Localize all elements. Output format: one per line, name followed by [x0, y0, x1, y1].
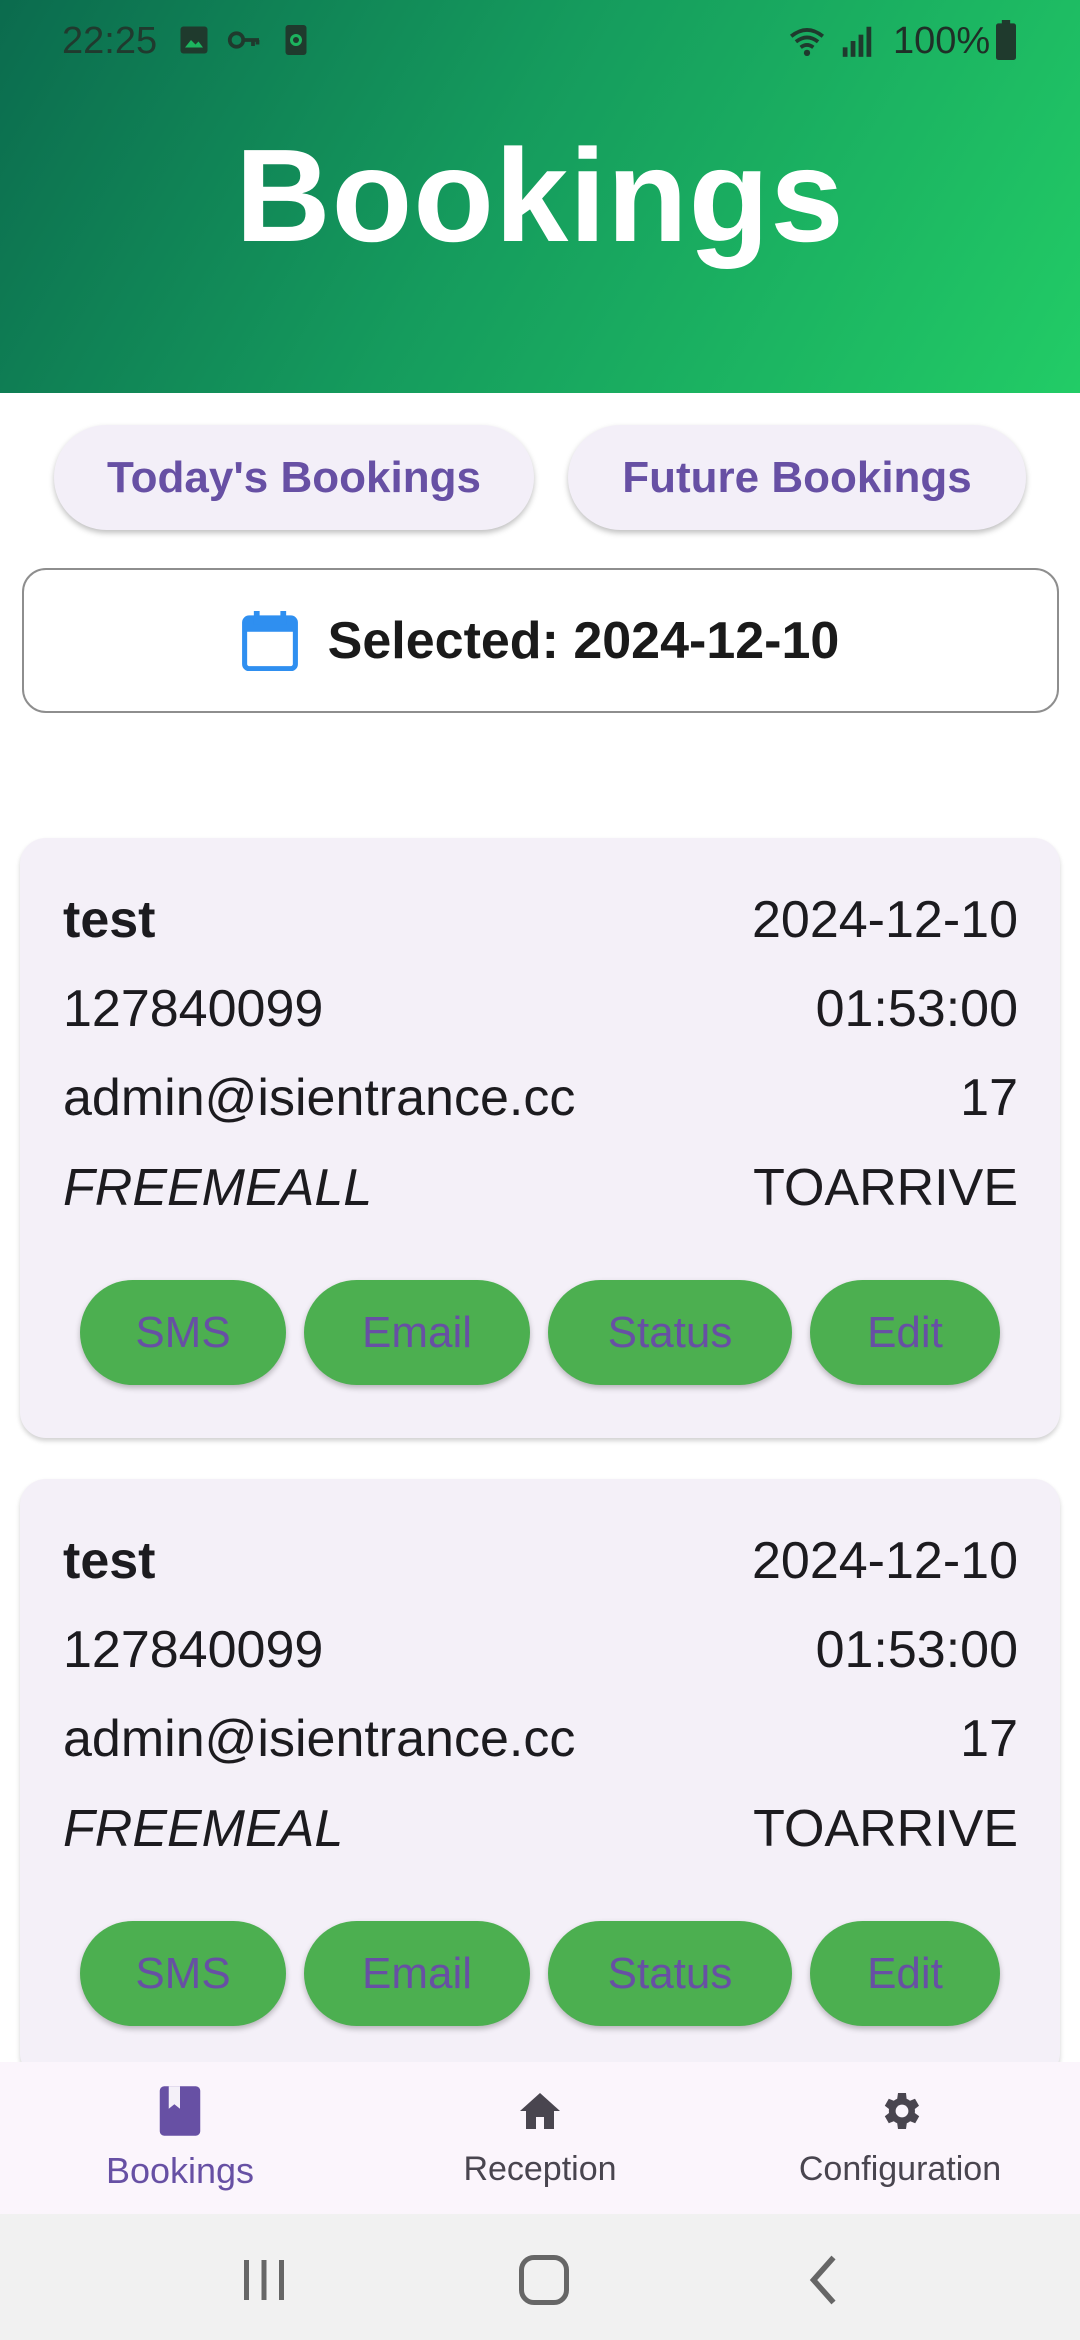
home-icon — [520, 2093, 560, 2129]
booking-row: admin@isientrance.cc 17 — [63, 1068, 1018, 1138]
book-icon — [159, 2086, 201, 2136]
bottom-navigation: Bookings Reception Configuration — [0, 2062, 1080, 2214]
status-bar: 22:25 100% — [0, 0, 1080, 86]
booking-phone: 127840099 — [63, 1621, 324, 1679]
booking-name: test — [63, 891, 156, 949]
key-icon — [227, 31, 260, 49]
booking-code: FREEMEAL — [63, 1800, 344, 1858]
wifi-icon — [789, 28, 825, 57]
selected-date-label: Selected: 2024-12-10 — [327, 611, 840, 670]
booking-status: TOARRIVE — [753, 1800, 1018, 1858]
booking-card: test 2024-12-10 127840099 01:53:00 admin… — [20, 838, 1060, 1438]
email-button[interactable]: Email — [304, 1280, 530, 1385]
status-time: 22:25 — [62, 20, 158, 62]
booking-count: 17 — [960, 1710, 1018, 1768]
calendar-icon — [241, 610, 298, 671]
sms-button[interactable]: SMS — [80, 1280, 286, 1385]
nav-item-bookings[interactable]: Bookings — [0, 2062, 360, 2214]
nav-item-configuration[interactable]: Configuration — [720, 2062, 1080, 2214]
edit-button[interactable]: Edit — [810, 1280, 1000, 1385]
signal-icon — [842, 26, 872, 57]
booking-row: 127840099 01:53:00 — [63, 979, 1018, 1049]
screen-record-icon — [285, 25, 307, 55]
future-bookings-button[interactable]: Future Bookings — [568, 425, 1026, 530]
booking-row: 127840099 01:53:00 — [63, 1620, 1018, 1690]
booking-name: test — [63, 1532, 156, 1590]
system-navigation-bar — [0, 2214, 1080, 2340]
back-icon[interactable] — [796, 2250, 856, 2310]
booking-row: admin@isientrance.cc 17 — [63, 1709, 1018, 1779]
booking-time: 01:53:00 — [815, 1621, 1018, 1679]
booking-phone: 127840099 — [63, 980, 324, 1038]
image-icon — [180, 26, 208, 54]
booking-date: 2024-12-10 — [752, 1532, 1018, 1590]
battery-percentage: 100% — [893, 20, 991, 62]
status-button[interactable]: Status — [548, 1921, 792, 2026]
nav-label-bookings: Bookings — [105, 2150, 255, 2191]
home-button-icon[interactable] — [514, 2250, 574, 2310]
todays-bookings-button[interactable]: Today's Bookings — [54, 425, 534, 530]
app-header: 22:25 100% Bookings — [0, 0, 1080, 393]
email-button[interactable]: Email — [304, 1921, 530, 2026]
status-button[interactable]: Status — [548, 1280, 792, 1385]
booking-card: test 2024-12-10 127840099 01:53:00 admin… — [20, 1479, 1060, 2079]
booking-email: admin@isientrance.cc — [63, 1710, 576, 1768]
date-selector[interactable]: Selected: 2024-12-10 — [22, 568, 1059, 713]
recent-apps-icon[interactable] — [234, 2250, 294, 2310]
edit-button[interactable]: Edit — [810, 1921, 1000, 2026]
page-title: Bookings — [235, 122, 845, 269]
booking-row: test 2024-12-10 — [63, 890, 1018, 960]
booking-count: 17 — [960, 1069, 1018, 1127]
sms-button[interactable]: SMS — [80, 1921, 286, 2026]
booking-email: admin@isientrance.cc — [63, 1069, 576, 1127]
nav-label-configuration: Configuration — [798, 2150, 1002, 2188]
gear-icon — [884, 2093, 920, 2129]
battery-icon — [996, 20, 1016, 60]
booking-code: FREEMEALL — [63, 1159, 373, 1217]
nav-label-reception: Reception — [463, 2150, 617, 2188]
booking-row: test 2024-12-10 — [63, 1531, 1018, 1601]
booking-row: FREEMEAL TOARRIVE — [63, 1799, 1018, 1869]
booking-time: 01:53:00 — [815, 980, 1018, 1038]
booking-row: FREEMEALL TOARRIVE — [63, 1158, 1018, 1228]
nav-item-reception[interactable]: Reception — [360, 2062, 720, 2214]
booking-date: 2024-12-10 — [752, 891, 1018, 949]
booking-status: TOARRIVE — [753, 1159, 1018, 1217]
